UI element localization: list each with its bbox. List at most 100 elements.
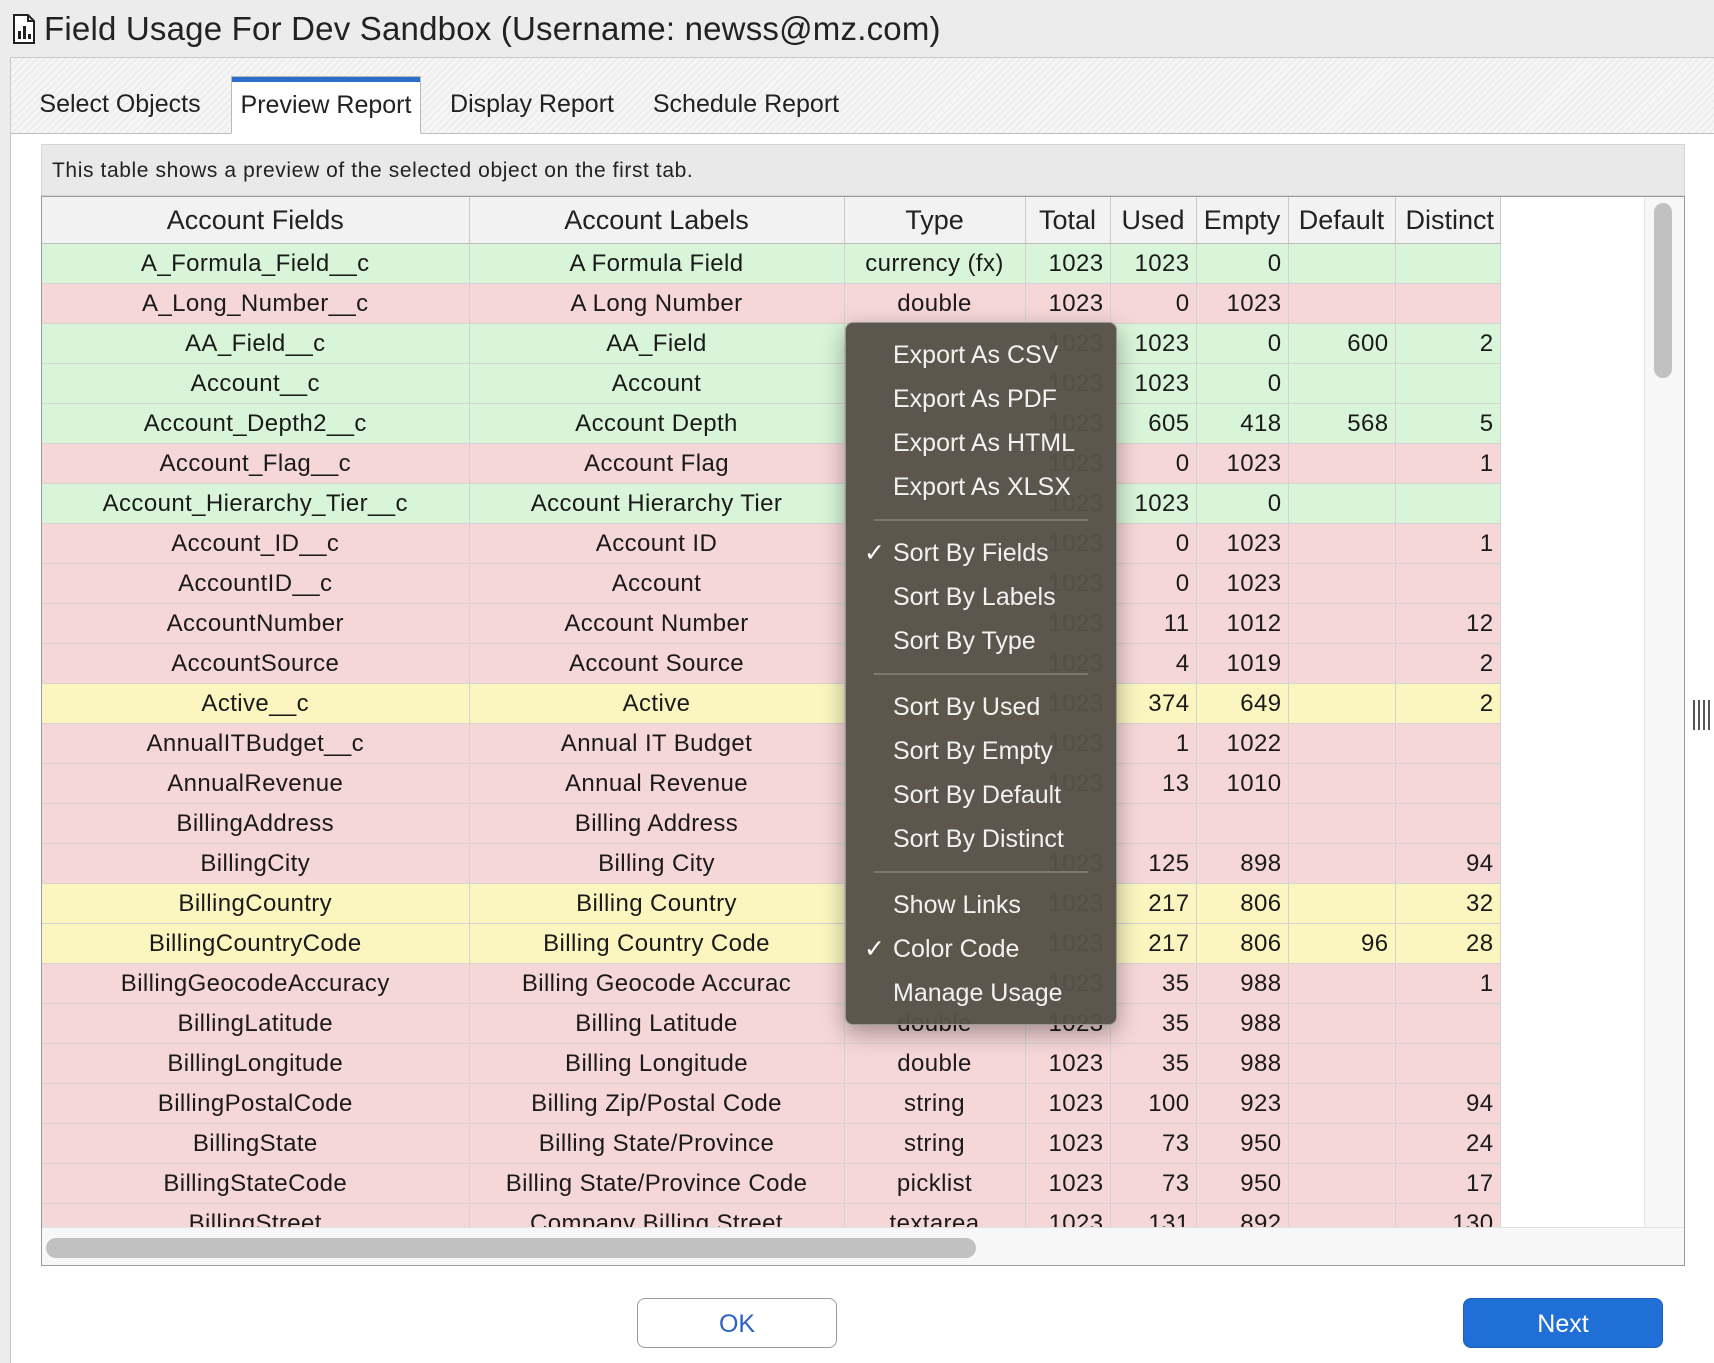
menu-item-manage-usage[interactable]: Manage Usage bbox=[846, 971, 1116, 1015]
table-cell: 24 bbox=[1395, 1123, 1501, 1164]
table-cell: 1023 bbox=[1025, 243, 1111, 284]
table-cell bbox=[1288, 1203, 1396, 1227]
table-row[interactable]: BillingGeocodeAccuracy Billing Geocode Ac… bbox=[42, 963, 1501, 1004]
column-header[interactable]: Account Fields bbox=[42, 197, 470, 244]
table-row[interactable]: A_Formula_Field__c A Formula Field currenc… bbox=[42, 243, 1501, 284]
menu-item-export-as-xlsx[interactable]: Export As XLSX bbox=[846, 465, 1116, 509]
column-header[interactable]: Default bbox=[1288, 197, 1396, 244]
table-cell: double bbox=[844, 283, 1026, 324]
table-cell: 17 bbox=[1395, 1163, 1501, 1204]
table-row[interactable]: BillingCountryCodeBilling Country Code10… bbox=[42, 923, 1501, 964]
tab-preview-report[interactable]: Preview Report bbox=[231, 76, 421, 134]
horizontal-scrollbar[interactable] bbox=[42, 1227, 1684, 1265]
menu-item-export-as-pdf[interactable]: Export As PDF bbox=[846, 377, 1116, 421]
table-cell: picklist bbox=[844, 1163, 1026, 1204]
tab-schedule-report[interactable]: Schedule Report bbox=[641, 76, 851, 132]
table-row[interactable]: BillingPostalCode Billing Zip/Postal Code… bbox=[42, 1083, 1501, 1124]
table-row[interactable]: AccountSourceAccount Source1023410192 bbox=[42, 643, 1501, 684]
menu-item-show-links[interactable]: Show Links bbox=[846, 883, 1116, 927]
ok-button[interactable]: OK bbox=[637, 1298, 837, 1348]
table-cell: BillingPostalCode bbox=[42, 1083, 470, 1124]
tab-display-report[interactable]: Display Report bbox=[439, 76, 625, 132]
table-row[interactable]: Account_Hierarchy_Tier__c Account Hierarc… bbox=[42, 483, 1501, 524]
table-cell: 28 bbox=[1395, 923, 1501, 964]
table-cell bbox=[1288, 603, 1396, 644]
table-cell: 32 bbox=[1395, 883, 1501, 924]
table-row[interactable]: Account__cAccount102310230 bbox=[42, 363, 1501, 404]
table-cell: 94 bbox=[1395, 1083, 1501, 1124]
table-cell: AccountNumber bbox=[42, 603, 470, 644]
table-row[interactable]: BillingCityBilling City102312589894 bbox=[42, 843, 1501, 884]
menu-item-label: Sort By Empty bbox=[893, 737, 1053, 765]
table-cell bbox=[1395, 283, 1501, 324]
table-cell bbox=[1288, 1003, 1396, 1044]
table-cell bbox=[1288, 483, 1396, 524]
vertical-scroll-thumb[interactable] bbox=[1654, 203, 1672, 378]
column-header[interactable]: Empty bbox=[1196, 197, 1289, 244]
menu-separator bbox=[874, 673, 1088, 675]
menu-item-color-code[interactable]: ✓ Color Code bbox=[846, 927, 1116, 971]
table-cell bbox=[1288, 563, 1396, 604]
table-row[interactable]: BillingLongitude Billing Longitude double 1… bbox=[42, 1043, 1501, 1084]
menu-item-sort-by-used[interactable]: Sort By Used bbox=[846, 685, 1116, 729]
table-cell: 2 bbox=[1395, 323, 1501, 364]
table-row[interactable]: BillingState Billing State/Province string… bbox=[42, 1123, 1501, 1164]
resize-grip-icon[interactable] bbox=[1691, 698, 1713, 732]
menu-item-label: Sort By Fields bbox=[893, 539, 1049, 567]
horizontal-scroll-thumb[interactable] bbox=[46, 1238, 976, 1258]
menu-item-export-as-html[interactable]: Export As HTML bbox=[846, 421, 1116, 465]
next-button[interactable]: Next bbox=[1463, 1298, 1663, 1348]
menu-item-sort-by-distinct[interactable]: Sort By Distinct bbox=[846, 817, 1116, 861]
table-cell: 0 bbox=[1110, 283, 1197, 324]
table-row[interactable]: Account_ID__cAccount ID1023010231 bbox=[42, 523, 1501, 564]
table-cell: 1010 bbox=[1196, 763, 1289, 804]
menu-item-sort-by-fields[interactable]: ✓ Sort By Fields bbox=[846, 531, 1116, 575]
table-cell bbox=[1395, 483, 1501, 524]
table-cell: Account Number bbox=[469, 603, 845, 644]
table-cell bbox=[1395, 1043, 1501, 1084]
table-cell: 988 bbox=[1196, 1003, 1289, 1044]
column-header[interactable]: Used bbox=[1110, 197, 1197, 244]
table-row[interactable]: BillingStreet Company Billing Street texta… bbox=[42, 1203, 1501, 1227]
table-row[interactable]: Account_Depth2__cAccount Depth1023605418… bbox=[42, 403, 1501, 444]
tab-strip: Select Objects Preview Report Display Re… bbox=[11, 58, 1714, 134]
table-cell bbox=[1288, 1123, 1396, 1164]
menu-item-sort-by-type[interactable]: Sort By Type bbox=[846, 619, 1116, 663]
column-header[interactable]: Distinct bbox=[1395, 197, 1501, 244]
column-header[interactable]: Total bbox=[1025, 197, 1111, 244]
table-cell: 1023 bbox=[1196, 283, 1289, 324]
table-row[interactable]: BillingAddress Billing Address bbox=[42, 803, 1501, 844]
table-cell: 73 bbox=[1110, 1163, 1197, 1204]
menu-item-export-as-csv[interactable]: Export As CSV bbox=[846, 333, 1116, 377]
table-cell: Account_Depth2__c bbox=[42, 403, 470, 444]
table-row[interactable]: AccountID__cAccount102301023 bbox=[42, 563, 1501, 604]
table-cell: AnnualITBudget__c bbox=[42, 723, 470, 764]
menu-item-sort-by-empty[interactable]: Sort By Empty bbox=[846, 729, 1116, 773]
column-header[interactable]: Type bbox=[844, 197, 1026, 244]
table-cell: 1023 bbox=[1025, 1043, 1111, 1084]
table-row[interactable]: AnnualITBudget__cAnnual IT Budget1023110… bbox=[42, 723, 1501, 764]
tab-select-objects[interactable]: Select Objects bbox=[25, 76, 215, 132]
vertical-scrollbar[interactable] bbox=[1644, 197, 1684, 1227]
table-cell: 1023 bbox=[1196, 443, 1289, 484]
table-row[interactable]: A_Long_Number__c A Long Number double 1023 0… bbox=[42, 283, 1501, 324]
column-header[interactable]: Account Labels bbox=[469, 197, 845, 244]
menu-item-sort-by-labels[interactable]: Sort By Labels bbox=[846, 575, 1116, 619]
table-cell: Account_ID__c bbox=[42, 523, 470, 564]
table-cell bbox=[1395, 1003, 1501, 1044]
table-cell: AA_Field bbox=[469, 323, 845, 364]
table-cell: 1 bbox=[1395, 523, 1501, 564]
table-row[interactable]: AnnualRevenueAnnual Revenue1023131010 bbox=[42, 763, 1501, 804]
table-row[interactable]: Active__cActive10233746492 bbox=[42, 683, 1501, 724]
menu-item-sort-by-default[interactable]: Sort By Default bbox=[846, 773, 1116, 817]
table-row[interactable]: BillingCountryBilling Country10232178063… bbox=[42, 883, 1501, 924]
table-row[interactable]: Account_Flag__cAccount Flag1023010231 bbox=[42, 443, 1501, 484]
table-cell: Account__c bbox=[42, 363, 470, 404]
table-row[interactable]: AccountNumberAccount Number102311101212 bbox=[42, 603, 1501, 644]
table-row[interactable]: BillingStateCode Billing State/Province C… bbox=[42, 1163, 1501, 1204]
table-cell: 2 bbox=[1395, 683, 1501, 724]
table-cell: 0 bbox=[1196, 483, 1289, 524]
table-row[interactable]: BillingLatitudeBilling Latitudedouble102… bbox=[42, 1003, 1501, 1044]
table-row[interactable]: AA_Field__cAA_Field1023102306002 bbox=[42, 323, 1501, 364]
preview-table: Account Fields Account Labels Type Total Use… bbox=[42, 197, 1501, 1227]
